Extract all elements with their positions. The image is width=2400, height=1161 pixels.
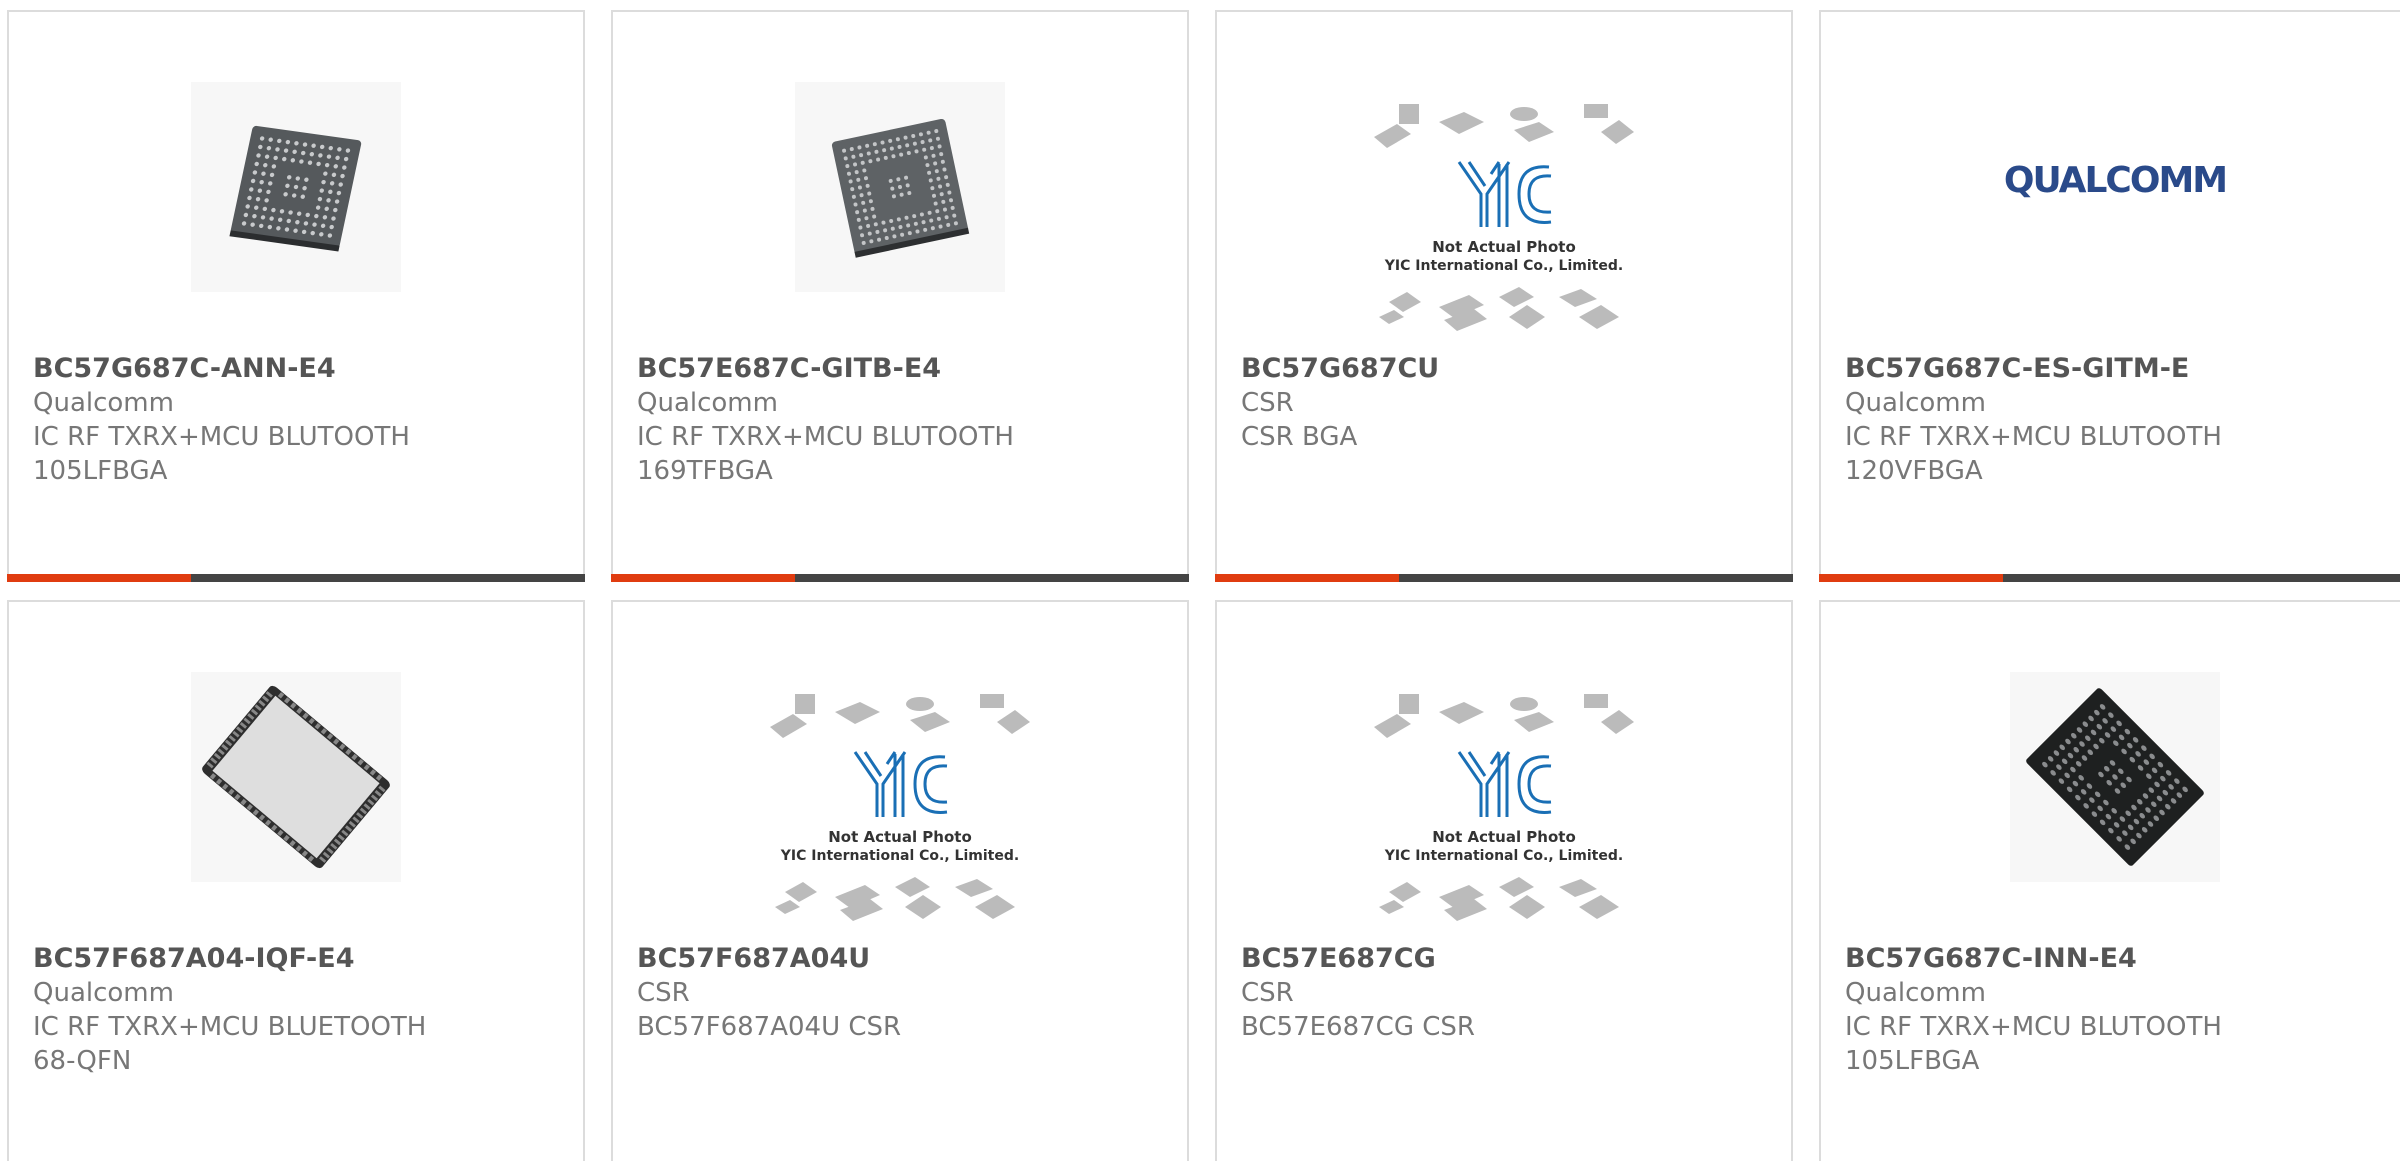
product-grid: BC57G687C-ANN-E4 Qualcomm IC RF TXRX+MCU… bbox=[0, 0, 2400, 1161]
part-number[interactable]: BC57E687C-GITB-E4 bbox=[637, 352, 1171, 386]
qfn-chip-image bbox=[191, 672, 401, 882]
svg-text:QUALCOMM: QUALCOMM bbox=[2005, 160, 2225, 201]
product-image[interactable] bbox=[1821, 672, 2400, 922]
product-image[interactable] bbox=[9, 82, 583, 332]
product-info: BC57G687C-ES-GITM-E Qualcomm IC RF TXRX+… bbox=[1845, 352, 2393, 488]
manufacturer: CSR bbox=[1241, 388, 1294, 418]
manufacturer: Qualcomm bbox=[1845, 978, 1986, 1008]
product-card[interactable]: Not Actual Photo YIC International Co., … bbox=[1215, 10, 1793, 582]
qualcomm-logo-icon: QUALCOMM bbox=[2005, 160, 2225, 201]
package-line: 169TFBGA bbox=[637, 456, 773, 486]
not-actual-photo-image: Not Actual Photo YIC International Co., … bbox=[1374, 104, 1634, 331]
part-number[interactable]: BC57F687A04-IQF-E4 bbox=[33, 942, 567, 976]
product-image[interactable]: Not Actual Photo YIC International Co., … bbox=[613, 692, 1187, 942]
product-image[interactable] bbox=[613, 82, 1187, 332]
manufacturer: CSR bbox=[1241, 978, 1294, 1008]
package-line: 105LFBGA bbox=[1845, 1046, 1980, 1076]
product-info: BC57G687C-ANN-E4 Qualcomm IC RF TXRX+MCU… bbox=[33, 352, 567, 488]
description-line: BC57E687CG CSR bbox=[1241, 1012, 1475, 1042]
product-info: BC57F687A04-IQF-E4 Qualcomm IC RF TXRX+M… bbox=[33, 942, 567, 1078]
manufacturer: Qualcomm bbox=[33, 978, 174, 1008]
svg-text:Not Actual Photo: Not Actual Photo bbox=[1432, 828, 1576, 846]
product-card[interactable]: BC57F687A04-IQF-E4 Qualcomm IC RF TXRX+M… bbox=[7, 600, 585, 1161]
product-info: BC57E687CG CSR BC57E687CG CSR bbox=[1241, 942, 1775, 1044]
not-actual-photo-image: Not Actual Photo YIC International Co., … bbox=[770, 694, 1030, 921]
product-image[interactable]: Not Actual Photo YIC International Co., … bbox=[1217, 102, 1791, 352]
description-line: IC RF TXRX+MCU BLUTOOTH bbox=[33, 422, 410, 452]
description-line: IC RF TXRX+MCU BLUTOOTH bbox=[1845, 1012, 2222, 1042]
product-card[interactable]: QUALCOMM BC57G687C-ES-GITM-E Qualcomm IC… bbox=[1819, 10, 2400, 582]
product-card[interactable]: BC57G687C-INN-E4 Qualcomm IC RF TXRX+MCU… bbox=[1819, 600, 2400, 1161]
package-line: 120VFBGA bbox=[1845, 456, 1983, 486]
product-info: BC57G687C-INN-E4 Qualcomm IC RF TXRX+MCU… bbox=[1845, 942, 2393, 1078]
part-number[interactable]: BC57G687C-ANN-E4 bbox=[33, 352, 567, 386]
product-image[interactable] bbox=[9, 672, 583, 922]
svg-text:YIC International Co., Limited: YIC International Co., Limited. bbox=[1384, 258, 1623, 274]
manufacturer: CSR bbox=[637, 978, 690, 1008]
bga-chip-image bbox=[795, 82, 1005, 292]
manufacturer: Qualcomm bbox=[1845, 388, 1986, 418]
product-image[interactable]: Not Actual Photo YIC International Co., … bbox=[1217, 692, 1791, 942]
svg-text:YIC International Co., Limited: YIC International Co., Limited. bbox=[780, 848, 1019, 864]
description-line: IC RF TXRX+MCU BLUTOOTH bbox=[1845, 422, 2222, 452]
product-card[interactable]: Not Actual Photo YIC International Co., … bbox=[1215, 600, 1793, 1161]
svg-text:YIC International Co., Limited: YIC International Co., Limited. bbox=[1384, 848, 1623, 864]
svg-text:Not Actual Photo: Not Actual Photo bbox=[1432, 238, 1576, 256]
svg-text:Not Actual Photo: Not Actual Photo bbox=[828, 828, 972, 846]
package-line: 105LFBGA bbox=[33, 456, 168, 486]
part-number[interactable]: BC57E687CG bbox=[1241, 942, 1775, 976]
card-accent-bar bbox=[611, 574, 1189, 582]
product-card[interactable]: BC57E687C-GITB-E4 Qualcomm IC RF TXRX+MC… bbox=[611, 10, 1189, 582]
part-number[interactable]: BC57G687CU bbox=[1241, 352, 1775, 386]
description-line: IC RF TXRX+MCU BLUTOOTH bbox=[637, 422, 1014, 452]
manufacturer: Qualcomm bbox=[33, 388, 174, 418]
description-line: BC57F687A04U CSR bbox=[637, 1012, 902, 1042]
not-actual-photo-image: Not Actual Photo YIC International Co., … bbox=[1374, 694, 1634, 921]
bga-chip-image bbox=[191, 82, 401, 292]
product-info: BC57E687C-GITB-E4 Qualcomm IC RF TXRX+MC… bbox=[637, 352, 1171, 488]
bga-chip-image bbox=[2010, 672, 2220, 882]
product-card[interactable]: Not Actual Photo YIC International Co., … bbox=[611, 600, 1189, 1161]
card-accent-bar bbox=[1819, 574, 2400, 582]
card-accent-bar bbox=[7, 574, 585, 582]
manufacturer: Qualcomm bbox=[637, 388, 778, 418]
product-card[interactable]: BC57G687C-ANN-E4 Qualcomm IC RF TXRX+MCU… bbox=[7, 10, 585, 582]
part-number[interactable]: BC57F687A04U bbox=[637, 942, 1171, 976]
package-line: 68-QFN bbox=[33, 1046, 132, 1076]
part-number[interactable]: BC57G687C-ES-GITM-E bbox=[1845, 352, 2393, 386]
part-number[interactable]: BC57G687C-INN-E4 bbox=[1845, 942, 2393, 976]
product-info: BC57G687CU CSR CSR BGA bbox=[1241, 352, 1775, 454]
description-line: CSR BGA bbox=[1241, 422, 1358, 452]
product-info: BC57F687A04U CSR BC57F687A04U CSR bbox=[637, 942, 1171, 1044]
card-accent-bar bbox=[1215, 574, 1793, 582]
description-line: IC RF TXRX+MCU BLUETOOTH bbox=[33, 1012, 427, 1042]
